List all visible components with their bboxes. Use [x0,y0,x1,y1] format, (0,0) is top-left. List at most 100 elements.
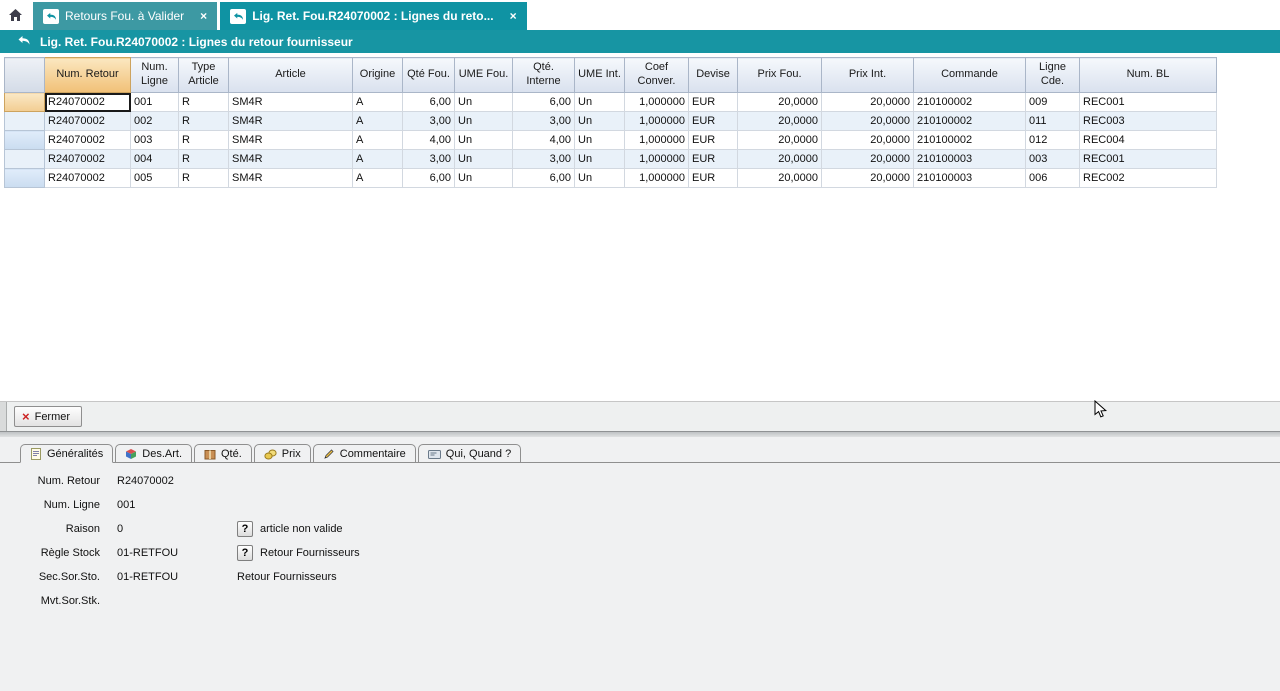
cell[interactable]: SM4R [229,131,353,150]
cell[interactable]: 002 [131,112,179,131]
cell[interactable]: EUR [689,150,738,169]
fermer-button[interactable]: × Fermer [14,406,82,427]
cell[interactable]: Un [575,169,625,188]
row-selector[interactable] [5,93,45,112]
column-header-coef-conver[interactable]: Coef Conver. [625,58,689,93]
home-button[interactable] [0,2,30,30]
cell[interactable]: R [179,112,229,131]
cell[interactable]: A [353,169,403,188]
close-tab-icon[interactable]: × [200,9,207,23]
column-header-ume-fou[interactable]: UME Fou. [455,58,513,93]
cell[interactable]: 1,000000 [625,131,689,150]
cell[interactable]: 3,00 [513,112,575,131]
cell[interactable]: 20,0000 [822,169,914,188]
column-header-num-retour[interactable]: Num. Retour [45,58,131,93]
cell[interactable]: 001 [131,93,179,112]
cell[interactable]: 1,000000 [625,169,689,188]
cell[interactable]: A [353,112,403,131]
cell[interactable]: Un [455,150,513,169]
cell[interactable]: 210100002 [914,131,1026,150]
column-header-qte-interne[interactable]: Qté. Interne [513,58,575,93]
cell[interactable]: REC003 [1080,112,1217,131]
detail-tab-qte[interactable]: Qté. [194,444,252,463]
cell[interactable]: 6,00 [403,169,455,188]
cell[interactable]: 6,00 [513,93,575,112]
column-header-type-article[interactable]: Type Article [179,58,229,93]
cell[interactable]: 210100003 [914,169,1026,188]
detail-tab-des-art[interactable]: Des.Art. [115,444,192,463]
cell[interactable]: 210100002 [914,112,1026,131]
field-value[interactable]: R24070002 [117,475,237,487]
cell[interactable]: 009 [1026,93,1080,112]
row-selector[interactable] [5,112,45,131]
cell[interactable]: 20,0000 [738,112,822,131]
cell[interactable]: 20,0000 [822,150,914,169]
cell[interactable]: 005 [131,169,179,188]
cell[interactable]: EUR [689,169,738,188]
cell[interactable]: A [353,93,403,112]
cell[interactable]: 4,00 [403,131,455,150]
column-header-commande[interactable]: Commande [914,58,1026,93]
field-value[interactable]: 001 [117,499,237,511]
tab-retours-fou-a-valider[interactable]: Retours Fou. à Valider × [33,2,217,30]
cell[interactable]: 003 [131,131,179,150]
column-header-prix-fou[interactable]: Prix Fou. [738,58,822,93]
tab-lignes-du-retour[interactable]: Lig. Ret. Fou.R24070002 : Lignes du reto… [220,2,526,30]
cell[interactable]: Un [575,131,625,150]
column-header-num-bl[interactable]: Num. BL [1080,58,1217,93]
column-header-prix-int[interactable]: Prix Int. [822,58,914,93]
cell[interactable]: 003 [1026,150,1080,169]
field-value[interactable]: 0 [117,523,237,535]
cell[interactable]: 210100003 [914,150,1026,169]
column-header-num-ligne[interactable]: Num. Ligne [131,58,179,93]
detail-tab-commentaire[interactable]: Commentaire [313,444,416,463]
cell[interactable]: 1,000000 [625,112,689,131]
cell[interactable]: Un [455,112,513,131]
row-selector[interactable] [5,150,45,169]
cell[interactable]: 3,00 [513,150,575,169]
cell[interactable]: SM4R [229,112,353,131]
cell[interactable]: R24070002 [45,169,131,188]
column-header-origine[interactable]: Origine [353,58,403,93]
cell[interactable]: R [179,169,229,188]
column-header-ume-int[interactable]: UME Int. [575,58,625,93]
field-value[interactable]: 01-RETFOU [117,547,237,559]
row-selector[interactable] [5,131,45,150]
cell[interactable]: 20,0000 [822,93,914,112]
cell[interactable]: R24070002 [45,150,131,169]
table-corner-cell[interactable] [5,58,45,93]
cell[interactable]: 20,0000 [738,93,822,112]
cell[interactable]: A [353,131,403,150]
detail-tab-prix[interactable]: Prix [254,444,311,463]
help-button[interactable]: ? [237,521,253,537]
cell[interactable]: SM4R [229,169,353,188]
column-header-qte-fou[interactable]: Qté Fou. [403,58,455,93]
column-header-ligne-cde[interactable]: Ligne Cde. [1026,58,1080,93]
column-header-article[interactable]: Article [229,58,353,93]
cell[interactable]: 20,0000 [738,131,822,150]
cell[interactable]: 1,000000 [625,93,689,112]
cell[interactable]: R [179,150,229,169]
cell[interactable]: 20,0000 [822,112,914,131]
cell[interactable]: EUR [689,112,738,131]
cell[interactable]: Un [455,169,513,188]
cell[interactable]: R [179,131,229,150]
cell[interactable]: R24070002 [45,131,131,150]
cell[interactable]: A [353,150,403,169]
cell[interactable]: 1,000000 [625,150,689,169]
cell[interactable]: 3,00 [403,150,455,169]
cell[interactable]: Un [575,93,625,112]
row-selector[interactable] [5,169,45,188]
cell[interactable]: 012 [1026,131,1080,150]
cell[interactable]: 210100002 [914,93,1026,112]
column-header-devise[interactable]: Devise [689,58,738,93]
cell[interactable]: 006 [1026,169,1080,188]
field-value[interactable]: 01-RETFOU [117,571,237,583]
cell[interactable]: 20,0000 [822,131,914,150]
cell[interactable]: EUR [689,93,738,112]
cell[interactable]: REC004 [1080,131,1217,150]
cell[interactable]: REC001 [1080,150,1217,169]
cell[interactable]: 011 [1026,112,1080,131]
cell[interactable]: 20,0000 [738,169,822,188]
cell[interactable]: Un [455,93,513,112]
